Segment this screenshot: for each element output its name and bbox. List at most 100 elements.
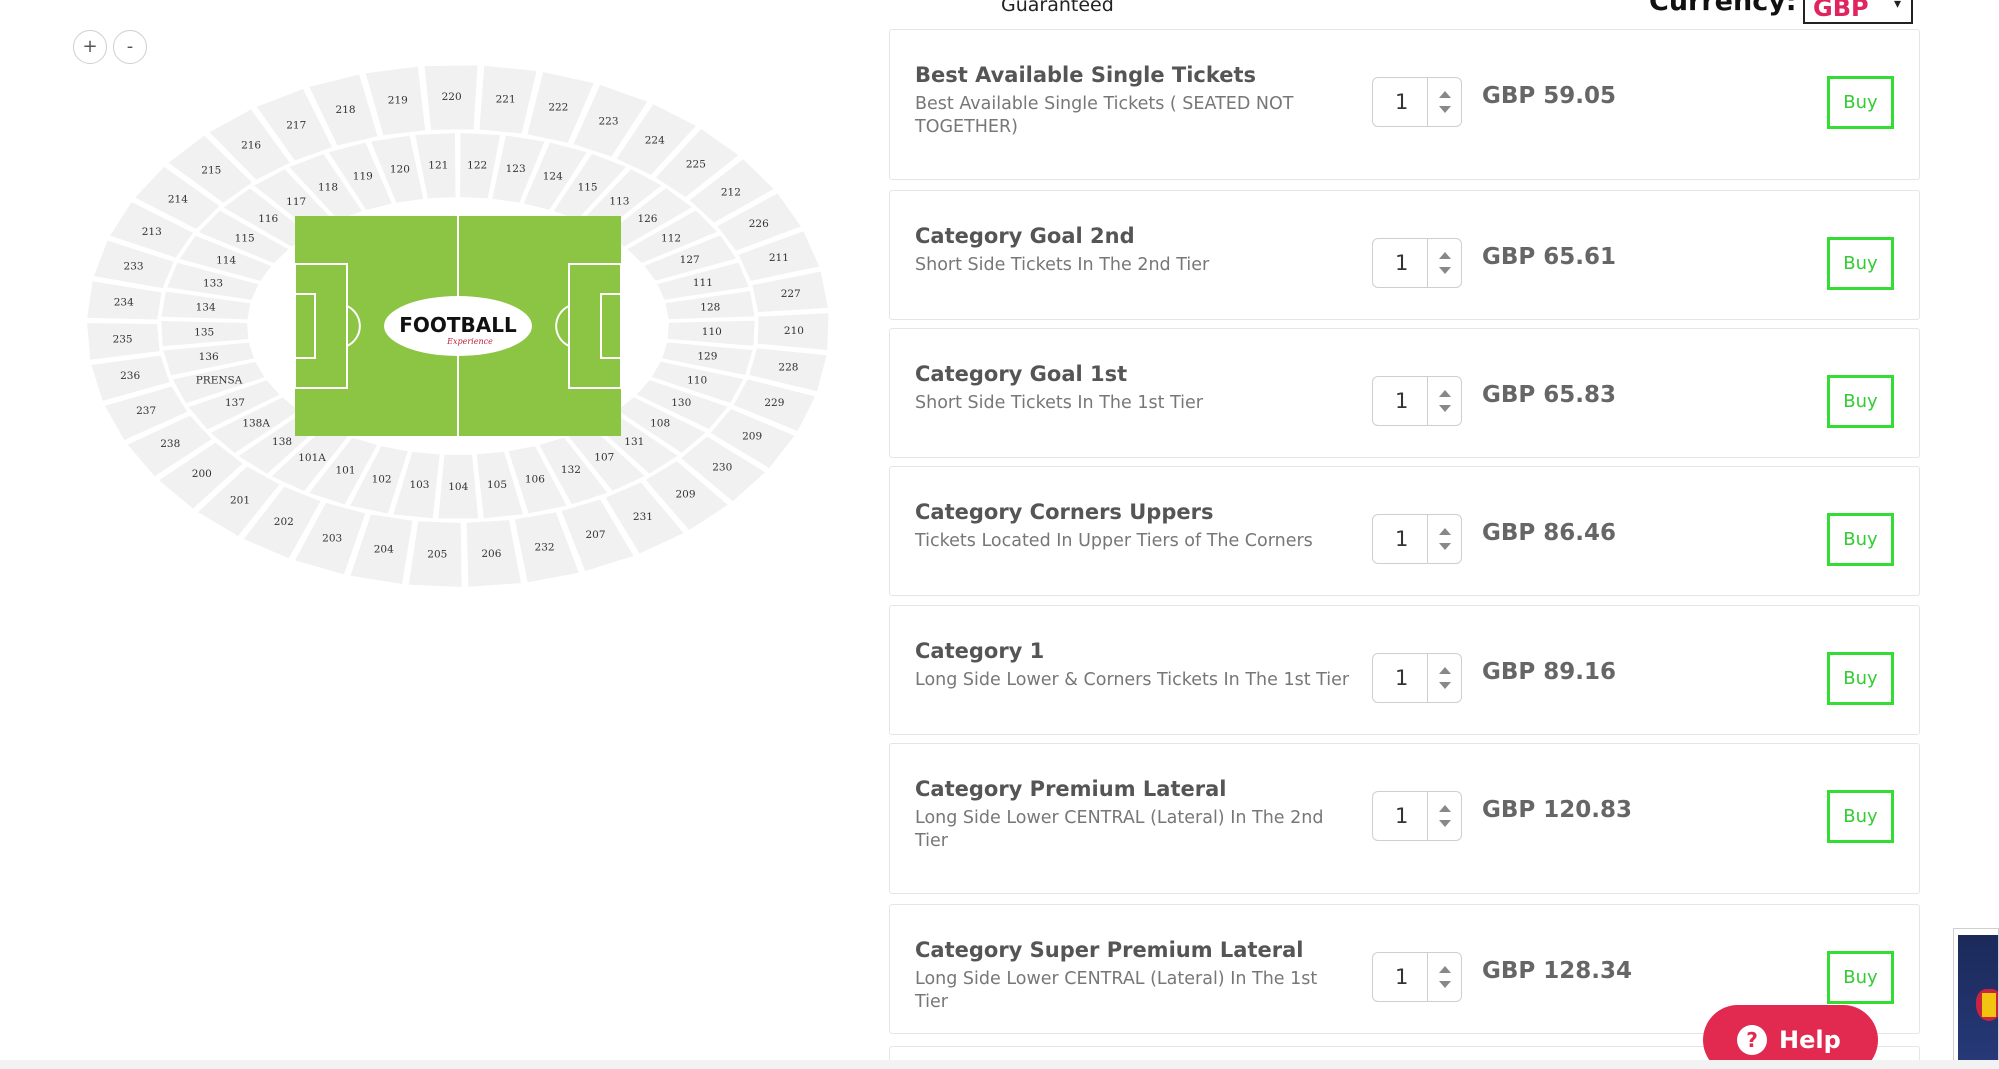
decrement-icon[interactable]	[1439, 981, 1451, 988]
section-label: 136	[199, 351, 219, 363]
quantity-stepper[interactable]: 1	[1372, 952, 1462, 1002]
section-label: 211	[769, 252, 789, 264]
section-label: 112	[661, 232, 681, 244]
quantity-stepper[interactable]: 1	[1372, 376, 1462, 426]
section-label: 114	[216, 254, 236, 266]
section-label: 224	[645, 134, 665, 146]
buy-button[interactable]: Buy	[1827, 790, 1894, 843]
section-label: 232	[535, 541, 555, 553]
section-label: 133	[203, 277, 223, 289]
quantity-spinner	[1427, 239, 1462, 287]
ticket-title: Category 1	[915, 639, 1045, 663]
decrement-icon[interactable]	[1439, 267, 1451, 274]
section-label: 238	[160, 438, 180, 450]
ticket-description: Short Side Tickets In The 2nd Tier	[915, 255, 1210, 275]
section-label: 212	[721, 186, 741, 198]
ticket-card: Category Goal 2nd Short Side Tickets In …	[889, 190, 1920, 320]
guarantee-text: Guaranteed	[1001, 0, 1114, 16]
ticket-description: Long Side Lower CENTRAL (Lateral) In The…	[915, 808, 1324, 851]
increment-icon[interactable]	[1439, 252, 1451, 259]
section-label: 220	[442, 91, 462, 103]
section-label: 138	[272, 436, 292, 448]
section-label: 236	[120, 370, 140, 382]
quantity-value[interactable]: 1	[1395, 527, 1408, 551]
buy-button[interactable]: Buy	[1827, 237, 1894, 290]
buy-button[interactable]: Buy	[1827, 375, 1894, 428]
buy-button[interactable]: Buy	[1827, 652, 1894, 705]
chevron-down-icon: ▾	[1893, 0, 1901, 12]
decrement-icon[interactable]	[1439, 682, 1451, 689]
quantity-stepper[interactable]: 1	[1372, 653, 1462, 703]
increment-icon[interactable]	[1439, 390, 1451, 397]
quantity-stepper[interactable]: 1	[1372, 238, 1462, 288]
section-label: 137	[225, 397, 245, 409]
section-label: 130	[671, 397, 691, 409]
decrement-icon[interactable]	[1439, 543, 1451, 550]
decrement-icon[interactable]	[1439, 106, 1451, 113]
section-label: 110	[687, 374, 707, 386]
buy-button[interactable]: Buy	[1827, 76, 1894, 129]
ticket-title: Category Goal 1st	[915, 362, 1128, 386]
page-thumbnail[interactable]	[1953, 928, 1999, 1069]
quantity-value[interactable]: 1	[1395, 666, 1408, 690]
quantity-value[interactable]: 1	[1395, 965, 1408, 989]
section-label: 204	[374, 543, 394, 555]
section-label: 123	[506, 163, 526, 175]
section-label: 105	[487, 479, 507, 491]
guarantee-badge-icon	[905, 0, 977, 12]
section-label: 108	[650, 417, 670, 429]
section-label: 138A	[242, 418, 270, 430]
quantity-stepper[interactable]: 1	[1372, 77, 1462, 127]
section-label: 201	[230, 494, 250, 506]
section-label: 225	[686, 158, 706, 170]
section-label: 237	[136, 405, 156, 417]
currency-select[interactable]: GBP ▾	[1803, 0, 1913, 24]
increment-icon[interactable]	[1439, 528, 1451, 535]
ticket-price: GBP 86.46	[1482, 520, 1617, 546]
header-strip: Guaranteed Currency: GBP ▾	[889, 0, 1919, 28]
currency-value: GBP	[1813, 0, 1869, 22]
quantity-stepper[interactable]: 1	[1372, 791, 1462, 841]
ticket-card: Category 1 Long Side Lower & Corners Tic…	[889, 605, 1920, 735]
increment-icon[interactable]	[1439, 667, 1451, 674]
section-label: 235	[113, 334, 133, 346]
section-label: 127	[680, 254, 700, 266]
section-label: 101A	[298, 452, 326, 464]
stadium-seating-map[interactable]: 213 214 215 216 217 218 219 220 221 222 223 224 225 2…	[60, 58, 860, 598]
increment-icon[interactable]	[1439, 966, 1451, 973]
quantity-stepper[interactable]: 1	[1372, 514, 1462, 564]
section-label: 102	[372, 474, 392, 486]
logo-text: FOOTBALL	[399, 313, 517, 337]
increment-icon[interactable]	[1439, 91, 1451, 98]
increment-icon[interactable]	[1439, 805, 1451, 812]
section-label: 132	[561, 464, 581, 476]
decrement-icon[interactable]	[1439, 820, 1451, 827]
ticket-description: Long Side Lower CENTRAL (Lateral) In The…	[915, 969, 1318, 1012]
section-label: 223	[598, 115, 618, 127]
pitch: FOOTBALL Experience	[294, 216, 622, 436]
decrement-icon[interactable]	[1439, 405, 1451, 412]
ticket-card: Category Corners Uppers Tickets Located …	[889, 466, 1920, 596]
buy-button[interactable]: Buy	[1827, 951, 1894, 1004]
quantity-value[interactable]: 1	[1395, 804, 1408, 828]
section-label: 209	[742, 431, 762, 443]
bottom-edge	[0, 1060, 1999, 1069]
ticket-price: GBP 120.83	[1482, 797, 1633, 823]
club-crest-stripe	[1982, 993, 1996, 1017]
ticket-price: GBP 89.16	[1482, 659, 1617, 685]
section-label: 134	[196, 302, 216, 314]
quantity-value[interactable]: 1	[1395, 251, 1408, 275]
section-label: 228	[778, 362, 798, 374]
quantity-spinner	[1427, 515, 1462, 563]
quantity-value[interactable]: 1	[1395, 389, 1408, 413]
section-label: 119	[353, 171, 373, 183]
buy-button[interactable]: Buy	[1827, 513, 1894, 566]
quantity-value[interactable]: 1	[1395, 90, 1408, 114]
currency-label: Currency:	[1649, 0, 1797, 17]
section-label: 206	[481, 548, 501, 560]
section-label: 233	[124, 260, 144, 272]
quantity-spinner	[1427, 654, 1462, 702]
section-label: 214	[168, 194, 188, 206]
ticket-title: Category Corners Uppers	[915, 500, 1214, 524]
ticket-description: Long Side Lower & Corners Tickets In The…	[915, 670, 1350, 690]
